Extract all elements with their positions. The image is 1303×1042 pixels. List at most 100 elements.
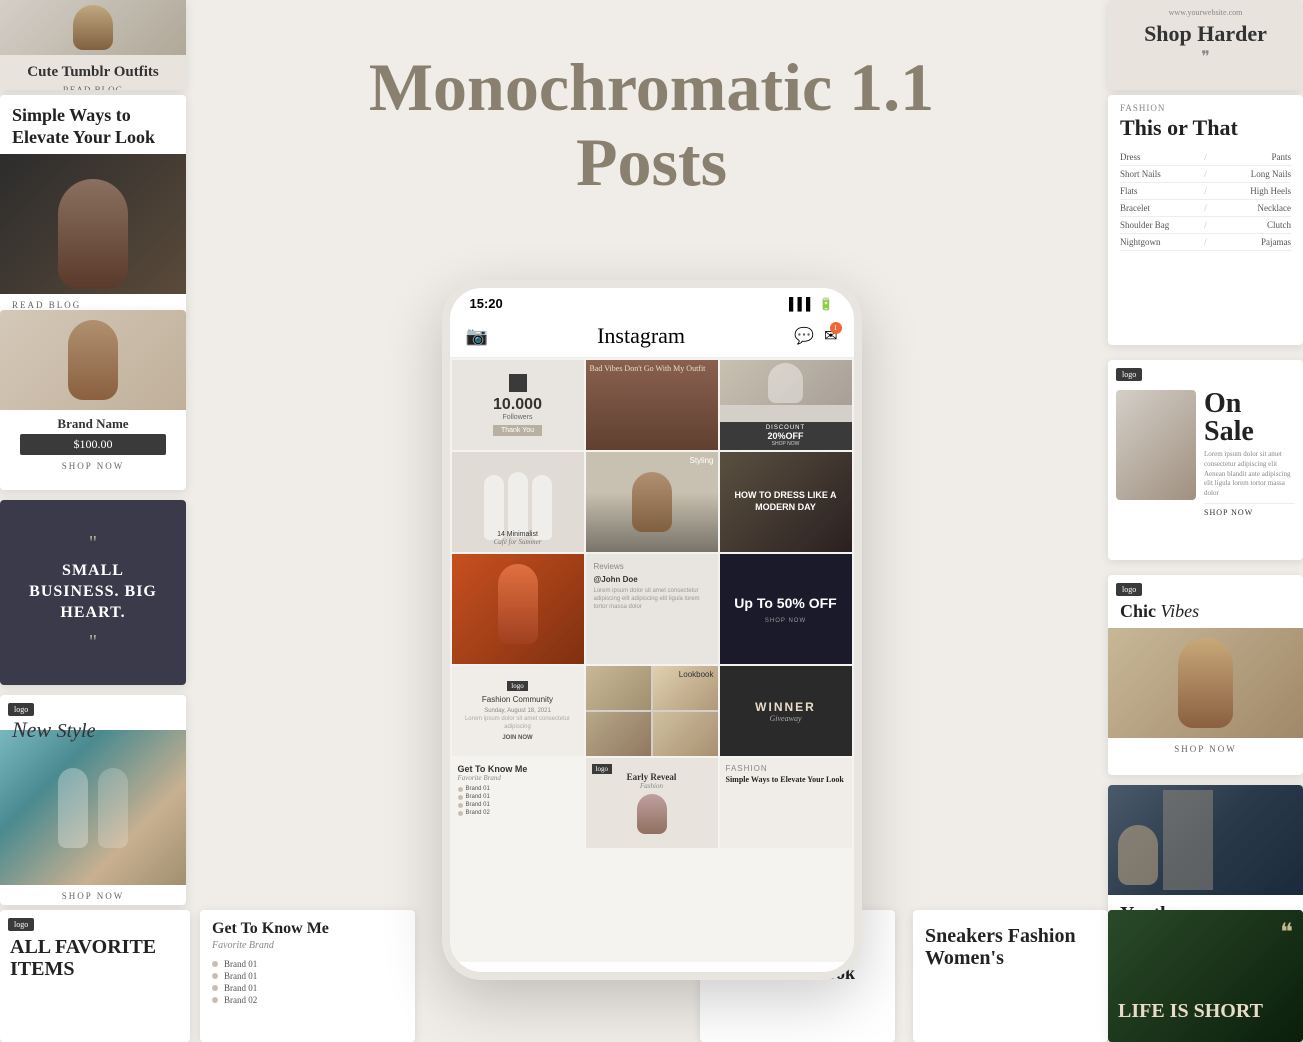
card-thisorthat-rows: Dress/Pants Short Nails/Long Nails Flats… (1108, 149, 1303, 251)
tot-row: Shoulder Bag/Clutch (1120, 217, 1291, 234)
feed-lookbook-text: Lookbook (679, 670, 714, 679)
card-newstyle-logo: logo (8, 703, 34, 716)
card-onsale-shop: SHOP NOW (1204, 503, 1295, 517)
card-on-sale: logo On Sale Lorem ipsum dolor sit amet … (1108, 360, 1303, 560)
instagram-header: 📷 Instagram 💬 ✉ 1 (450, 319, 854, 358)
feed-tile-lookbook: Lookbook (586, 666, 718, 756)
card-onsale-logo: logo (1116, 368, 1142, 381)
feed-tile-50-off: Up To 50% OFF SHOP NOW (720, 554, 852, 664)
feed-fashion-community-text: Fashion Community (482, 695, 553, 704)
main-title: Monochromatic 1.1 Posts (326, 50, 978, 200)
card-chic-vibes: logo Chic Vibes SHOP NOW (1108, 575, 1303, 775)
feed-50-off-text: Up To 50% OFF (734, 594, 836, 614)
card-thisorthat-fashion: Fashion (1108, 95, 1303, 115)
card-brand: Brand Name $100.00 SHOP NOW (0, 310, 186, 490)
feed-early-logo: logo (592, 764, 612, 774)
list-item: Brand 01 (458, 786, 578, 792)
feed-join-now: JOIN NOW (502, 735, 532, 741)
card-chic-image (1108, 628, 1303, 738)
card-brand-name: Brand Name (0, 410, 186, 434)
card-brand-image (0, 310, 186, 410)
quote-bottom-icon: " (89, 632, 97, 652)
main-title-text: Monochromatic 1.1 Posts (326, 50, 978, 200)
card-simple-image (0, 154, 186, 294)
card-shopharder-quote: ❞ (1123, 47, 1288, 67)
card-tumblr-sub: READ BLOG (12, 85, 174, 90)
feed-discount-text: DISCOUNT 20%OFF SHOP NOW (720, 422, 852, 450)
card-shopharder-title: Shop Harder (1123, 21, 1288, 47)
card-chic-logo: logo (1116, 583, 1142, 596)
tot-row: Bracelet/Necklace (1120, 200, 1291, 217)
card-youth-image (1108, 785, 1303, 895)
feed-reviews-label: Reviews (594, 562, 710, 571)
card-chic-title: Chic Vibes (1108, 597, 1303, 628)
tot-row: Short Nails/Long Nails (1120, 166, 1291, 183)
send-icon[interactable]: ✉ 1 (824, 326, 837, 346)
feed-discount-photo (720, 360, 852, 405)
card-onsale-desc: Lorem ipsum dolor sit amet consectetur a… (1204, 450, 1295, 499)
card-get-to-know-sub: Favorite Brand (200, 940, 415, 957)
card-newstyle-title: New Style (12, 717, 96, 743)
list-item: Brand 01 (212, 983, 403, 993)
card-new-style: logo New Style SHOP NOW (0, 695, 186, 905)
feed-row-5: Get To Know Me Favorite Brand Brand 01 B… (452, 758, 852, 848)
feed-tile-simple-ways: Fashion Simple Ways to Elevate Your Look (720, 758, 852, 848)
card-life-short: ❝ LIFE IS SHORT (1108, 910, 1303, 1042)
feed-minimalist-text: 14 Minimalist (497, 531, 538, 538)
feed-tile-orange-dress (452, 554, 584, 664)
feed-early-reveal-text: Early Reveal (627, 772, 677, 782)
quote-top-icon: " (89, 533, 97, 553)
tot-row: Flats/High Heels (1120, 183, 1291, 200)
list-item: Brand 01 (212, 971, 403, 981)
list-item: Brand 01 (212, 959, 403, 969)
card-business: " SMALL BUSINESS. BIG HEART. " (0, 500, 186, 685)
card-simple-title: Simple Ways to Elevate Your Look (0, 95, 186, 154)
card-onsale-image (1116, 390, 1196, 500)
feed-tile-followers: 10.000 Followers Thank You (452, 360, 584, 450)
feed-icon-square (509, 374, 527, 392)
card-favorite: logo ALL FAVORITE ITEMS (0, 910, 190, 1042)
card-get-to-know-title: Get To Know Me (200, 910, 415, 940)
feed-tile-bad-vibes: Bad Vibes Don't Go With My Outfit " (586, 360, 718, 450)
card-newstyle-image (0, 730, 186, 885)
notification-badge: 1 (830, 322, 842, 334)
card-life-short-title: LIFE IS SHORT (1118, 1000, 1293, 1022)
list-item: Brand 02 (458, 810, 578, 816)
phone-mockup: 15:20 ▌▌▌ 🔋 📷 Instagram 💬 ✉ 1 10.000 Fol… (442, 280, 862, 980)
feed-fashion-label: Fashion (640, 782, 663, 790)
card-shopharder-website: www.yourwebsite.com (1123, 8, 1288, 17)
feed-tile-discount: DISCOUNT 20%OFF SHOP NOW (720, 360, 852, 450)
instagram-feed[interactable]: 10.000 Followers Thank You Bad Vibes Don… (450, 358, 854, 962)
feed-how-to-text: HOW TO DRESS LIKE A MODERN DAY (726, 490, 846, 513)
feed-fashion-logo: logo (507, 681, 527, 691)
feed-tile-winner: WINNER Giveaway (720, 666, 852, 756)
card-thisorthat-title: This or That (1108, 115, 1303, 149)
card-get-to-know-items: Brand 01 Brand 01 Brand 01 Brand 02 (200, 959, 415, 1005)
instagram-logo: Instagram (597, 323, 685, 349)
camera-icon[interactable]: 📷 (466, 326, 488, 347)
card-newstyle-shop: SHOP NOW (0, 885, 186, 907)
card-favorite-title: ALL FAVORITE ITEMS (0, 932, 190, 984)
card-favorite-logo: logo (8, 918, 34, 931)
feed-tile-early-reveal: logo Early Reveal Fashion (586, 758, 718, 848)
feed-tile-minimalist: 14 Minimalist Café for Summer (452, 452, 584, 552)
feed-simple-ways-text: Simple Ways to Elevate Your Look (726, 775, 846, 785)
phone-icons: ▌▌▌ 🔋 (789, 297, 833, 311)
life-short-quote-icon: ❝ (1280, 918, 1293, 947)
feed-giveaway-text: Giveaway (770, 714, 802, 723)
feed-discount-amount: 20%OFF (723, 431, 849, 441)
feed-john-doe: @John Doe (594, 575, 710, 584)
messenger-icon[interactable]: 💬 (794, 326, 814, 346)
feed-50-shop: SHOP NOW (765, 618, 806, 624)
tot-row: Nightgown/Pajamas (1120, 234, 1291, 251)
card-chic-shop: SHOP NOW (1108, 738, 1303, 760)
phone-status-bar: 15:20 ▌▌▌ 🔋 (450, 288, 854, 319)
list-item: Brand 01 (458, 802, 578, 808)
tot-row: Dress/Pants (1120, 149, 1291, 166)
feed-tile-fashion-community: logo Fashion Community Sunday, August 18… (452, 666, 584, 756)
instagram-actions: 💬 ✉ 1 (794, 326, 837, 346)
feed-content: 10.000 Followers Thank You Bad Vibes Don… (450, 358, 854, 852)
card-brand-shop: SHOP NOW (0, 455, 186, 477)
feed-tile-styling: Styling (586, 452, 718, 552)
feed-tile-reviews: Reviews @John Doe Lorem ipsum dolor sit … (586, 554, 718, 664)
